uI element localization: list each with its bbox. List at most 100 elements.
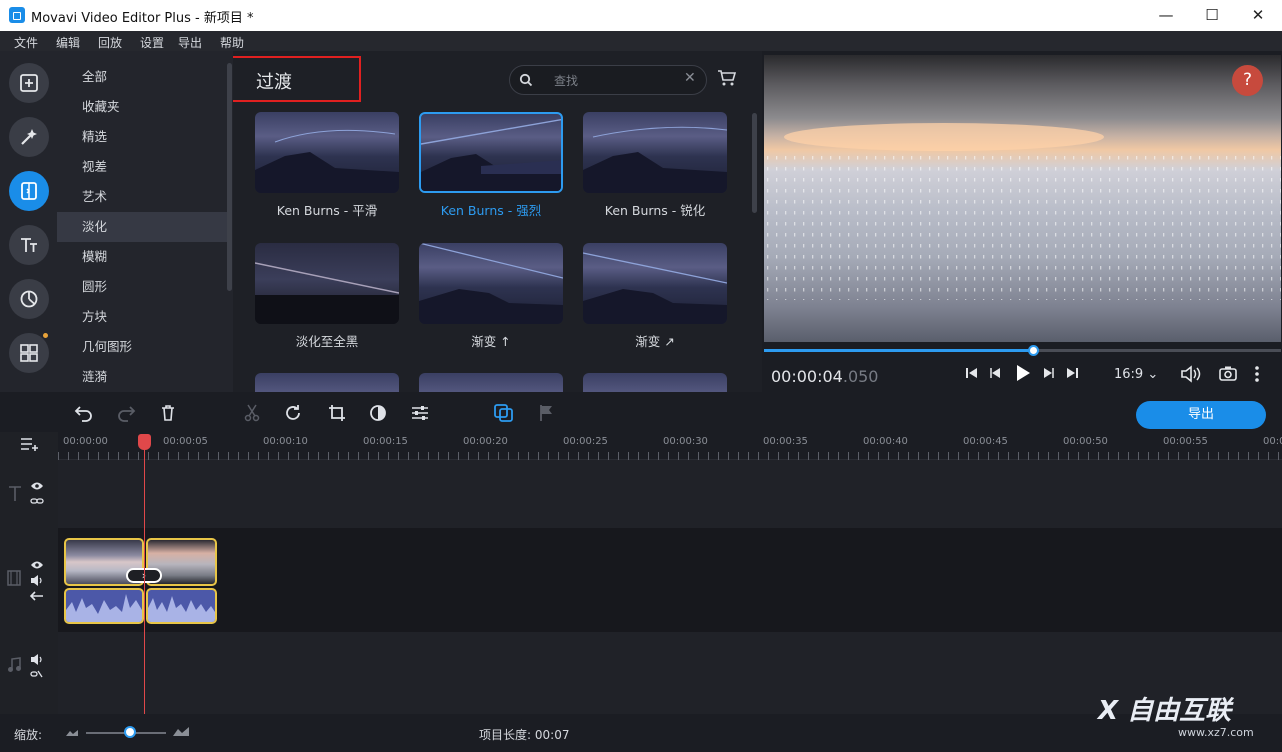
transition-thumbnail[interactable] — [255, 373, 399, 392]
maximize-button[interactable]: ☐ — [1189, 0, 1235, 31]
transition-thumbnail[interactable] — [583, 112, 727, 193]
close-button[interactable]: ✕ — [1235, 0, 1281, 31]
help-button[interactable]: ? — [1232, 65, 1263, 96]
menu-file[interactable]: 文件 — [14, 34, 38, 51]
category-item[interactable]: 方块 — [57, 302, 227, 332]
titles-icon[interactable] — [9, 225, 49, 265]
magic-icon[interactable] — [9, 117, 49, 157]
category-item[interactable]: 模糊 — [57, 242, 227, 272]
menu-export[interactable]: 导出 — [178, 34, 202, 51]
link-icon[interactable] — [30, 669, 44, 679]
transition-thumbnail-selected[interactable] — [419, 112, 563, 193]
undo-icon[interactable] — [74, 404, 94, 422]
more-tools-icon[interactable] — [9, 333, 49, 373]
more-options-icon[interactable] — [1254, 365, 1260, 383]
crop-icon[interactable] — [328, 404, 346, 422]
gallery-title: 过渡 — [256, 72, 292, 93]
play-icon[interactable] — [1014, 363, 1032, 383]
skip-start-icon[interactable] — [964, 365, 980, 381]
audio-clip[interactable] — [64, 588, 144, 624]
transition-thumbnail[interactable] — [583, 243, 727, 324]
redo-icon[interactable] — [116, 404, 136, 422]
next-frame-icon[interactable] — [1040, 365, 1056, 381]
search-input[interactable]: 查找 — [554, 72, 578, 89]
transition-thumbnail[interactable] — [419, 243, 563, 324]
transitions-icon[interactable] — [9, 171, 49, 211]
ruler-label: 00:00:05 — [163, 436, 208, 447]
export-button[interactable]: 导出 — [1136, 401, 1266, 429]
category-item[interactable]: 几何图形 — [57, 332, 227, 362]
notification-dot — [43, 333, 48, 338]
category-list: 全部 收藏夹 精选 视差 艺术 淡化 模糊 圆形 方块 几何图形 涟漪 — [57, 51, 233, 392]
transition-label: 淡化至全黑 — [295, 334, 359, 349]
ruler-label: 00:00:35 — [763, 436, 808, 447]
duration-label: 项目长度: — [479, 728, 532, 742]
menu-bar: 文件 编辑 回放 设置 导出 帮助 — [0, 31, 1282, 51]
audio-clip[interactable] — [146, 588, 217, 624]
clear-icon[interactable]: ✕ — [684, 70, 696, 86]
category-item[interactable]: 全部 — [57, 62, 227, 92]
transition-thumbnail[interactable] — [583, 373, 727, 392]
minimize-button[interactable]: — — [1143, 0, 1189, 31]
add-track-icon[interactable] — [20, 436, 40, 452]
overlay-icon[interactable] — [494, 404, 514, 422]
category-item[interactable]: 视差 — [57, 152, 227, 182]
transition-thumbnail[interactable] — [255, 112, 399, 193]
category-item[interactable]: 收藏夹 — [57, 92, 227, 122]
eye-icon[interactable] — [30, 481, 44, 491]
video-track-icon — [7, 570, 21, 586]
playhead-handle[interactable] — [138, 434, 151, 450]
video-track[interactable] — [58, 528, 1282, 632]
zoom-in-icon[interactable] — [173, 725, 189, 737]
category-item[interactable]: 涟漪 — [57, 362, 227, 392]
zoom-out-icon[interactable] — [66, 727, 78, 737]
menu-edit[interactable]: 编辑 — [56, 34, 80, 51]
link-icon[interactable] — [30, 496, 44, 506]
title-track[interactable] — [58, 460, 1282, 528]
timecode: 00:00:04.050 — [771, 367, 878, 386]
window-title: Movavi Video Editor Plus - 新项目 * — [31, 11, 254, 26]
cut-icon[interactable] — [244, 404, 260, 422]
title-highlight-box — [233, 56, 361, 102]
skip-end-icon[interactable] — [1064, 365, 1080, 381]
category-item[interactable]: 精选 — [57, 122, 227, 152]
eye-icon[interactable] — [30, 560, 44, 570]
mute-icon[interactable] — [30, 575, 44, 586]
clip-properties-icon[interactable] — [411, 404, 429, 422]
delete-icon[interactable] — [160, 404, 176, 422]
volume-icon[interactable] — [1180, 365, 1202, 383]
transition-label: Ken Burns - 锐化 — [604, 203, 706, 218]
previous-frame-icon[interactable] — [988, 365, 1004, 381]
color-adjust-icon[interactable] — [369, 404, 387, 422]
zoom-label: 缩放: — [14, 728, 43, 742]
import-icon[interactable] — [9, 63, 49, 103]
menu-playback[interactable]: 回放 — [98, 34, 122, 51]
category-scrollbar[interactable] — [227, 63, 232, 291]
menu-settings[interactable]: 设置 — [140, 34, 164, 51]
category-item-active[interactable]: 淡化 — [57, 212, 227, 242]
menu-help[interactable]: 帮助 — [220, 34, 244, 51]
mute-icon[interactable] — [30, 654, 44, 665]
camera-icon[interactable] — [1219, 365, 1237, 381]
transition-thumbnail[interactable] — [255, 243, 399, 324]
preview-progress-fill — [764, 349, 1033, 352]
ruler-label: 00:00:30 — [663, 436, 708, 447]
transition-thumbnail[interactable] — [419, 373, 563, 392]
zoom-slider-handle[interactable] — [124, 726, 136, 738]
edit-toolbar: 导出 — [0, 392, 1282, 432]
cart-icon[interactable] — [717, 69, 737, 87]
ruler-label: 00:00:45 — [963, 436, 1008, 447]
search-box[interactable]: 查找 ✕ — [509, 65, 707, 95]
category-item[interactable]: 圆形 — [57, 272, 227, 302]
ruler-label: 00:00:25 — [563, 436, 608, 447]
ruler-label: 00:00:15 — [363, 436, 408, 447]
aspect-ratio-select[interactable]: 16:9 ⌄ — [1114, 367, 1158, 382]
marker-icon[interactable] — [539, 404, 555, 422]
rotate-icon[interactable] — [284, 404, 302, 422]
gallery-scrollbar[interactable] — [752, 113, 757, 213]
preview-progress-handle[interactable] — [1027, 345, 1039, 356]
category-item[interactable]: 艺术 — [57, 182, 227, 212]
detach-audio-icon[interactable] — [30, 591, 44, 601]
timeline-ruler[interactable]: 00:00:00 00:00:05 00:00:10 00:00:15 00:0… — [58, 432, 1282, 460]
stickers-icon[interactable] — [9, 279, 49, 319]
